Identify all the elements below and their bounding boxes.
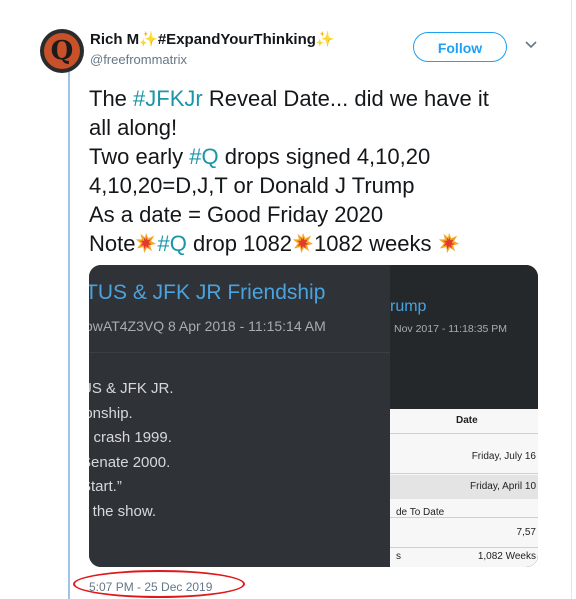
media-right-meta: Nov 2017 - 11:18:35 PM bbox=[394, 323, 508, 335]
text-segment: Two early bbox=[89, 144, 190, 169]
thread-line bbox=[68, 72, 70, 599]
table-cell: s bbox=[396, 551, 401, 562]
table-row: 7,57 bbox=[390, 523, 538, 543]
table-cell: 1,082 Weeks bbox=[477, 551, 536, 562]
text-segment: Reveal Date... did we have it bbox=[202, 86, 489, 111]
table-row: Friday, April 10 bbox=[390, 475, 538, 499]
media-left-line: y the show. bbox=[89, 502, 157, 520]
table-cell: 7,57 bbox=[516, 527, 536, 538]
chevron-down-icon[interactable] bbox=[524, 38, 538, 52]
tweet-line-4: 4,10,20=D,J,T or Donald J Trump bbox=[89, 173, 415, 198]
avatar[interactable]: Q bbox=[40, 29, 84, 73]
text-segment: drops signed 4,10,20 bbox=[218, 144, 431, 169]
table-cell: Friday, July 16 bbox=[471, 451, 536, 462]
media-right-title: rump bbox=[390, 298, 427, 315]
tweet-line-6: Note #Q drop 1082 1082 weeks bbox=[89, 229, 539, 258]
media-left-line: Start.” bbox=[89, 478, 122, 495]
collision-emoji-icon bbox=[292, 232, 314, 254]
media-left-line: ionship. bbox=[89, 404, 133, 422]
text-segment: The bbox=[89, 86, 134, 111]
display-name[interactable]: Rich M✨#ExpandYourThinking✨ bbox=[90, 30, 335, 48]
media-image-left[interactable]: TUS & JFK JR Friendship owAT4Z3VQ 8 Apr … bbox=[89, 265, 390, 567]
hashtag-link[interactable]: #Q bbox=[157, 231, 186, 256]
text-segment: Note bbox=[89, 231, 136, 256]
media-left-title: TUS & JFK JR Friendship bbox=[89, 281, 326, 304]
collision-emoji-icon bbox=[136, 232, 157, 254]
divider bbox=[89, 352, 390, 353]
tweet-line-3: Two early #Q drops signed 4,10,20 bbox=[89, 142, 539, 171]
table-row: s 1,082 Weeks bbox=[390, 547, 538, 567]
media-left-line: Senate 2000. bbox=[89, 453, 171, 471]
card-border bbox=[571, 0, 572, 599]
media-right-table: Date Friday, July 16 Friday, April 10 de… bbox=[390, 409, 538, 567]
divider bbox=[390, 517, 538, 518]
media-left-line: e crash 1999. bbox=[89, 429, 172, 446]
follow-button[interactable]: Follow bbox=[413, 32, 507, 62]
tweet-line-2: all along! bbox=[89, 115, 178, 140]
divider bbox=[390, 473, 538, 474]
text-segment: 1082 weeks bbox=[314, 231, 438, 256]
tweet-line-1: The #JFKJr Reveal Date... did we have it bbox=[89, 84, 539, 113]
tweet-card: Q Rich M✨#ExpandYourThinking✨ @freefromm… bbox=[0, 0, 572, 599]
table-row: Friday, July 16 bbox=[390, 447, 538, 467]
media-left-body: US & JFK JR. ionship. e crash 1999. Sena… bbox=[89, 377, 174, 524]
table-cell: de To Date bbox=[396, 507, 445, 518]
table-row: de To Date bbox=[390, 503, 538, 523]
collision-emoji-icon bbox=[438, 232, 459, 254]
table-header: Date bbox=[390, 415, 538, 429]
tweet-text: The #JFKJr Reveal Date... did we have it… bbox=[89, 84, 539, 258]
tweet-line-5: As a date = Good Friday 2020 bbox=[89, 202, 384, 227]
divider bbox=[390, 433, 538, 434]
media-image-right[interactable]: rump Nov 2017 - 11:18:35 PM Date Friday,… bbox=[390, 265, 538, 567]
attached-media[interactable]: TUS & JFK JR Friendship owAT4Z3VQ 8 Apr … bbox=[89, 265, 538, 567]
table-cell: Friday, April 10 bbox=[470, 481, 536, 492]
hashtag-link[interactable]: #Q bbox=[189, 144, 218, 169]
media-left-meta: owAT4Z3VQ 8 Apr 2018 - 11:15:14 AM bbox=[89, 318, 326, 334]
user-handle[interactable]: @freefrommatrix bbox=[90, 52, 187, 67]
highlight-oval bbox=[73, 570, 245, 598]
hashtag-link[interactable]: #JFKJr bbox=[133, 86, 203, 111]
media-left-line: US & JFK JR. bbox=[89, 380, 174, 397]
avatar-letter: Q bbox=[50, 36, 74, 66]
text-segment: drop 1082 bbox=[186, 231, 293, 256]
table-header-label: Date bbox=[456, 415, 478, 426]
